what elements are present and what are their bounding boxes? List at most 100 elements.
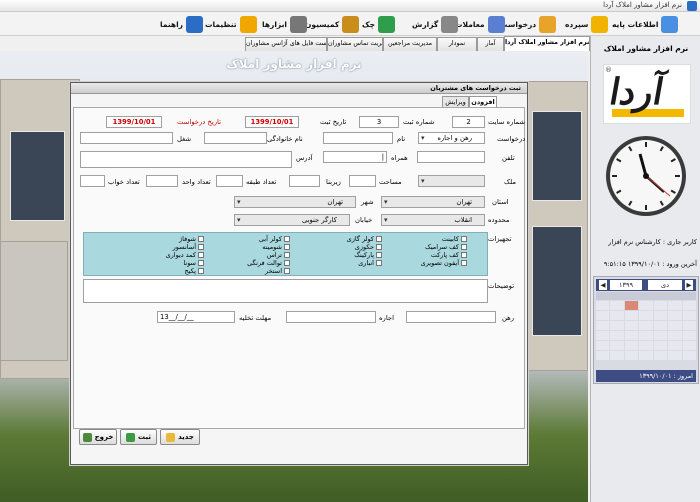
facility-checkbox[interactable]: کولر آبی <box>259 235 290 243</box>
toolbar-button-0[interactable]: اطلاعات پایه <box>612 14 679 34</box>
facility-checkbox[interactable]: کف سرامیک <box>425 243 467 251</box>
exit-button[interactable]: خروج <box>79 429 117 445</box>
calendar-day[interactable] <box>639 301 653 310</box>
calendar-day[interactable] <box>596 341 610 350</box>
calendar-day[interactable] <box>639 321 653 330</box>
calendar-day[interactable] <box>610 351 624 360</box>
calendar-day[interactable] <box>596 301 610 310</box>
checkbox-icon[interactable] <box>376 244 382 250</box>
calendar-day[interactable] <box>610 341 624 350</box>
checkbox-icon[interactable] <box>376 236 382 242</box>
calendar-day[interactable] <box>610 321 624 330</box>
facility-checkbox[interactable]: آیفون تصویری <box>421 259 467 267</box>
checkbox-icon[interactable] <box>376 252 382 258</box>
calendar-day[interactable] <box>624 311 639 320</box>
calendar-day[interactable] <box>639 311 653 320</box>
facility-checkbox[interactable]: کابینت <box>442 235 467 243</box>
facility-checkbox[interactable]: کمد دیواری <box>166 251 204 259</box>
facility-checkbox[interactable]: شومینه <box>262 243 290 251</box>
facility-checkbox[interactable]: استخر <box>265 267 290 275</box>
calendar-prev-button[interactable]: ◀ <box>599 280 607 290</box>
calendar-day[interactable] <box>610 301 624 310</box>
new-button[interactable]: جدید <box>160 429 200 445</box>
beds-field[interactable] <box>80 175 105 187</box>
toolbar-button-1[interactable]: سپرده <box>565 14 609 34</box>
checkbox-icon[interactable] <box>461 260 467 266</box>
toolbar-button-2[interactable]: درخواست <box>500 14 557 34</box>
calendar-day[interactable] <box>682 301 696 310</box>
toolbar-button-3[interactable]: معاملات <box>455 14 505 34</box>
calendar-day[interactable] <box>624 351 639 360</box>
checkbox-icon[interactable] <box>284 236 290 242</box>
facility-checkbox[interactable]: آسانسور <box>173 243 204 251</box>
checkbox-icon[interactable] <box>198 252 204 258</box>
facility-checkbox[interactable]: پارکینگ <box>354 251 382 259</box>
facility-checkbox[interactable]: کف پارکت <box>431 251 467 259</box>
calendar-day[interactable] <box>668 341 682 350</box>
infra-field[interactable] <box>289 175 320 187</box>
area-field[interactable] <box>349 175 376 187</box>
calendar-day[interactable] <box>682 341 696 350</box>
calendar-today[interactable]: امروز : ۱۳۹۹/۱۰/۰۱ <box>596 370 696 382</box>
toolbar-button-9[interactable]: راهنما <box>160 14 203 34</box>
calendar-day[interactable] <box>639 341 653 350</box>
job-field[interactable] <box>80 132 173 144</box>
calendar-day[interactable] <box>682 331 696 340</box>
checkbox-icon[interactable] <box>376 260 382 266</box>
calendar-day[interactable] <box>653 311 668 320</box>
vacate-field[interactable]: 13__/__/__ <box>157 311 235 323</box>
calendar-day[interactable] <box>668 351 682 360</box>
tab-5[interactable]: لیست فایل های آژانس مشاوران <box>245 37 327 51</box>
family-field[interactable] <box>204 132 267 144</box>
province-select[interactable]: تهران <box>381 196 485 208</box>
units-field[interactable] <box>146 175 178 187</box>
calendar-day[interactable] <box>682 351 696 360</box>
checkbox-icon[interactable] <box>198 268 204 274</box>
facility-checkbox[interactable]: تراس <box>267 251 290 259</box>
toolbar-button-7[interactable]: ابزارها <box>262 14 307 34</box>
description-field[interactable] <box>83 279 488 303</box>
calendar-day[interactable] <box>624 321 639 330</box>
calendar-day[interactable] <box>596 331 610 340</box>
checkbox-icon[interactable] <box>198 260 204 266</box>
facility-checkbox[interactable]: پکیج <box>184 267 204 275</box>
calendar-day[interactable] <box>653 351 668 360</box>
checkbox-icon[interactable] <box>284 268 290 274</box>
property-select[interactable] <box>418 175 485 187</box>
calendar-day[interactable] <box>668 311 682 320</box>
checkbox-icon[interactable] <box>461 244 467 250</box>
deposit-field[interactable] <box>406 311 496 323</box>
facility-checkbox[interactable]: انباری <box>358 259 382 267</box>
calendar-day[interactable] <box>596 351 610 360</box>
checkbox-icon[interactable] <box>198 236 204 242</box>
tab-4[interactable]: مدیریت تماس مشاوران <box>327 37 383 51</box>
address-field[interactable] <box>80 151 292 168</box>
checkbox-icon[interactable] <box>198 244 204 250</box>
checkbox-icon[interactable] <box>461 236 467 242</box>
calendar-month[interactable]: دی <box>648 280 682 290</box>
calendar-day[interactable] <box>668 331 682 340</box>
request-date-field[interactable]: 1399/10/01 <box>106 116 162 128</box>
name-field[interactable] <box>323 132 393 144</box>
floors-field[interactable] <box>216 175 243 187</box>
tab-1[interactable]: آمار <box>477 37 504 51</box>
calendar-day[interactable] <box>668 301 682 310</box>
tab-2[interactable]: نمودار <box>437 37 477 51</box>
calendar-day[interactable] <box>653 331 668 340</box>
tab-3[interactable]: مدیریت مراجعین <box>383 37 437 51</box>
calendar-day[interactable] <box>653 341 668 350</box>
facility-checkbox[interactable]: کولر گازی <box>347 235 382 243</box>
calendar-day[interactable] <box>624 331 639 340</box>
calendar-day[interactable] <box>653 321 668 330</box>
facility-checkbox[interactable]: توالت فرنگی <box>247 259 290 267</box>
rent-field[interactable] <box>286 311 376 323</box>
toolbar-button-4[interactable]: گزارش <box>412 14 459 34</box>
calendar-day[interactable] <box>624 341 639 350</box>
checkbox-icon[interactable] <box>284 260 290 266</box>
calendar-day[interactable] <box>624 301 639 310</box>
request-select[interactable]: رهن و اجاره <box>418 132 485 144</box>
calendar-day[interactable] <box>639 351 653 360</box>
calendar-day[interactable] <box>596 321 610 330</box>
calendar-day[interactable] <box>682 321 696 330</box>
toolbar-button-6[interactable]: کمیسیون <box>305 14 360 34</box>
